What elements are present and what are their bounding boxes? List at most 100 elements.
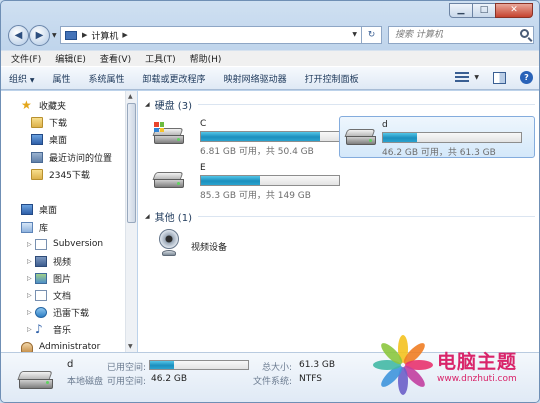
recent-places-icon — [31, 151, 43, 163]
drive-info: 46.2 GB 可用，共 61.3 GB — [382, 148, 496, 158]
menu-edit[interactable]: 编辑(E) — [55, 52, 86, 65]
subversion-library-icon — [35, 238, 47, 250]
organize-button[interactable]: 组织 ▼ — [9, 72, 35, 85]
video-device-label[interactable]: 视频设备 — [191, 240, 227, 253]
nav-item-videos[interactable]: ▷ 视频 — [27, 253, 71, 269]
nav-item-subversion[interactable]: ▷ Subversion — [27, 236, 103, 252]
explorer-window: ▁ □ ✕ ◀ ▶ ▼ ▶ 计算机 ▶ ▼ ↻ 搜索 计算机 文件(F) 编辑(… — [0, 0, 540, 403]
minimize-button[interactable]: ▁ — [449, 3, 473, 18]
expand-arrow-icon[interactable]: ▷ — [27, 326, 35, 333]
video-library-icon — [35, 255, 47, 267]
arrow-left-icon: ◀ — [14, 30, 23, 41]
document-library-icon — [35, 289, 47, 301]
watermark-title: 电脑主题 — [437, 351, 518, 373]
drive-c[interactable]: C 6.81 GB 可用，共 50.4 GB — [148, 116, 340, 158]
thunder-download-icon — [35, 306, 47, 318]
nav-item-2345-downloads[interactable]: 2345下载 — [31, 166, 90, 182]
menu-view[interactable]: 查看(V) — [100, 52, 131, 65]
back-button[interactable]: ◀ — [8, 25, 29, 46]
scroll-thumb[interactable] — [127, 103, 136, 223]
preview-pane-icon[interactable] — [493, 71, 506, 84]
maximize-button[interactable]: □ — [472, 3, 496, 18]
nav-item-desktop[interactable]: 桌面 — [31, 131, 67, 147]
search-placeholder: 搜索 计算机 — [395, 30, 443, 40]
flower-logo-icon — [371, 333, 435, 397]
nav-favorites[interactable]: ★ 收藏夹 — [21, 97, 66, 113]
desktop-icon — [21, 203, 33, 215]
drive-d[interactable]: d 46.2 GB 可用，共 61.3 GB — [339, 116, 535, 158]
user-icon — [21, 341, 33, 352]
scroll-up-icon[interactable]: ▲ — [128, 93, 133, 100]
collapse-arrow-icon[interactable]: ◢ — [145, 101, 150, 108]
drive-e[interactable]: E 85.3 GB 可用，共 149 GB — [148, 160, 340, 202]
webcam-icon[interactable] — [157, 229, 181, 259]
recent-pages-dropdown[interactable]: ▼ — [52, 32, 57, 39]
library-icon — [21, 221, 33, 233]
forward-button[interactable]: ▶ — [29, 25, 50, 46]
nav-item-thunder-downloads[interactable]: ▷ 迅雷下载 — [27, 304, 89, 320]
windows-logo-icon — [154, 122, 164, 132]
menu-file[interactable]: 文件(F) — [11, 52, 41, 65]
expand-arrow-icon[interactable]: ▷ — [27, 241, 35, 248]
nav-item-label: 文档 — [53, 291, 72, 302]
nav-item-recent-places[interactable]: 最近访问的位置 — [31, 149, 112, 165]
drive-name: C — [200, 119, 207, 129]
nav-user[interactable]: Administrator — [21, 339, 100, 352]
nav-item-downloads[interactable]: 下载 — [31, 114, 67, 130]
address-bar[interactable]: ▶ 计算机 ▶ ▼ — [60, 26, 362, 44]
view-options-dropdown[interactable]: ▼ — [474, 74, 479, 81]
drive-usage-fill — [201, 176, 261, 185]
details-total-label: 总大小: — [262, 363, 293, 373]
nav-libraries[interactable]: 库 — [21, 219, 48, 235]
close-button[interactable]: ✕ — [495, 3, 533, 18]
nav-scrollbar[interactable]: ▲ ▼ — [125, 91, 137, 352]
expand-arrow-icon[interactable]: ▷ — [27, 309, 35, 316]
other-group-label: 其他 (1) — [154, 212, 192, 224]
hard-drive-icon — [17, 371, 53, 391]
search-icon[interactable] — [520, 29, 529, 38]
hdd-group-label: 硬盘 (3) — [154, 100, 192, 112]
nav-item-label: 2345下载 — [49, 170, 90, 181]
map-network-drive-button[interactable]: 映射网络驱动器 — [224, 72, 287, 85]
expand-arrow-icon[interactable]: ▷ — [27, 292, 35, 299]
change-view-icon[interactable] — [455, 71, 470, 84]
computer-icon — [65, 30, 77, 40]
breadcrumb-computer[interactable]: 计算机 — [91, 29, 118, 42]
drive-usage-bar — [200, 175, 340, 186]
open-control-panel-button[interactable]: 打开控制面板 — [305, 72, 359, 85]
help-icon[interactable]: ? — [520, 71, 533, 84]
drive-name: E — [200, 163, 206, 173]
collapse-arrow-icon[interactable]: ◢ — [145, 213, 150, 220]
nav-item-music[interactable]: ▷ ♪ 音乐 — [27, 321, 71, 337]
other-group-header[interactable]: ◢ 其他 (1) — [145, 209, 535, 224]
scroll-down-icon[interactable]: ▼ — [128, 343, 133, 350]
details-drive-type: 本地磁盘 — [67, 377, 104, 387]
expand-arrow-icon[interactable]: ▷ — [27, 258, 35, 265]
menu-bar: 文件(F) 编辑(E) 查看(V) 工具(T) 帮助(H) — [1, 50, 539, 66]
refresh-button[interactable]: ↻ — [362, 26, 382, 44]
nav-item-documents[interactable]: ▷ 文档 — [27, 287, 71, 303]
drive-name: d — [382, 120, 388, 130]
drive-info: 6.81 GB 可用，共 50.4 GB — [200, 147, 314, 157]
properties-button[interactable]: 属性 — [53, 72, 71, 85]
breadcrumb-separator-icon[interactable]: ▶ — [122, 31, 127, 39]
content-pane: ◢ 硬盘 (3) C 6.81 GB 可用，共 50.4 GB d 46.2 G… — [138, 91, 539, 352]
menu-tools[interactable]: 工具(T) — [145, 52, 176, 65]
system-properties-button[interactable]: 系统属性 — [89, 72, 125, 85]
folder-icon — [31, 116, 43, 128]
nav-desktop[interactable]: 桌面 — [21, 201, 57, 217]
nav-item-label: Subversion — [53, 239, 104, 249]
nav-libraries-label: 库 — [39, 223, 49, 234]
organize-label: 组织 — [9, 74, 28, 85]
uninstall-program-button[interactable]: 卸载或更改程序 — [143, 72, 206, 85]
breadcrumb-separator-icon[interactable]: ▶ — [82, 31, 87, 39]
menu-help[interactable]: 帮助(H) — [190, 52, 222, 65]
chevron-down-icon: ▼ — [29, 76, 35, 84]
hdd-group-header[interactable]: ◢ 硬盘 (3) — [145, 97, 535, 112]
address-dropdown-icon[interactable]: ▼ — [352, 31, 357, 38]
details-total-value: 61.3 GB — [299, 360, 336, 370]
nav-item-pictures[interactable]: ▷ 图片 — [27, 270, 71, 286]
expand-arrow-icon[interactable]: ▷ — [27, 275, 35, 282]
search-input[interactable]: 搜索 计算机 — [388, 26, 534, 44]
folder-icon — [31, 168, 43, 180]
